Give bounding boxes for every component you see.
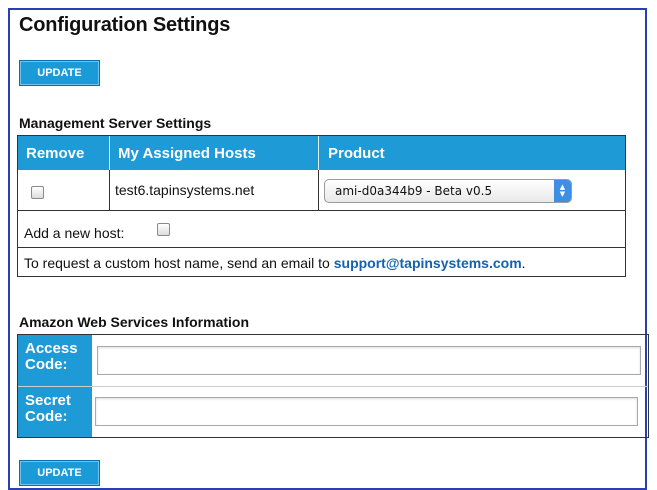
select-arrows-icon: ▲ ▼ [554,180,571,202]
management-section-title: Management Server Settings [19,115,212,131]
row-divider [109,170,110,210]
row-divider [18,247,625,248]
add-host-checkbox[interactable] [157,223,170,236]
row-divider [18,386,648,387]
row-divider [318,170,319,210]
row-divider [18,210,625,211]
product-select[interactable]: ami-d0a344b9 - Beta v0.5 ▲ ▼ [324,179,572,203]
header-divider [318,136,319,170]
page-title: Configuration Settings [19,14,231,36]
support-email-link[interactable]: support@tapinsystems.com [334,255,522,271]
secret-code-input[interactable] [95,397,638,426]
remove-host-checkbox[interactable] [31,186,44,199]
request-note: To request a custom host name, send an e… [24,255,526,271]
secret-code-label-line2: Code: [25,408,68,425]
column-header-remove: Remove [26,145,85,162]
update-button-bottom[interactable]: UPDATE [19,460,100,486]
table-header: Remove My Assigned Hosts Product [18,136,625,170]
aws-section-title: Amazon Web Services Information [19,314,250,330]
assigned-host-name: test6.tapinsystems.net [115,182,255,198]
access-code-label-line2: Code: [25,356,68,373]
column-header-hosts: My Assigned Hosts [118,145,256,162]
request-suffix: . [521,255,526,271]
update-button-top[interactable]: UPDATE [19,60,100,86]
management-table: Remove My Assigned Hosts Product test6.t… [17,135,626,277]
column-header-product: Product [328,145,385,162]
secret-code-label-line1: Secret [25,392,71,409]
request-text: To request a custom host name, send an e… [24,255,330,271]
add-host-label: Add a new host: [24,225,125,241]
access-code-input[interactable] [97,346,641,375]
aws-table: Access Code: Secret Code: [17,334,649,438]
access-code-label: Access Code: [18,335,92,386]
product-select-value: ami-d0a344b9 - Beta v0.5 [335,184,493,198]
secret-code-label: Secret Code: [18,387,92,437]
access-code-label-line1: Access [25,340,78,357]
header-divider [109,136,110,170]
